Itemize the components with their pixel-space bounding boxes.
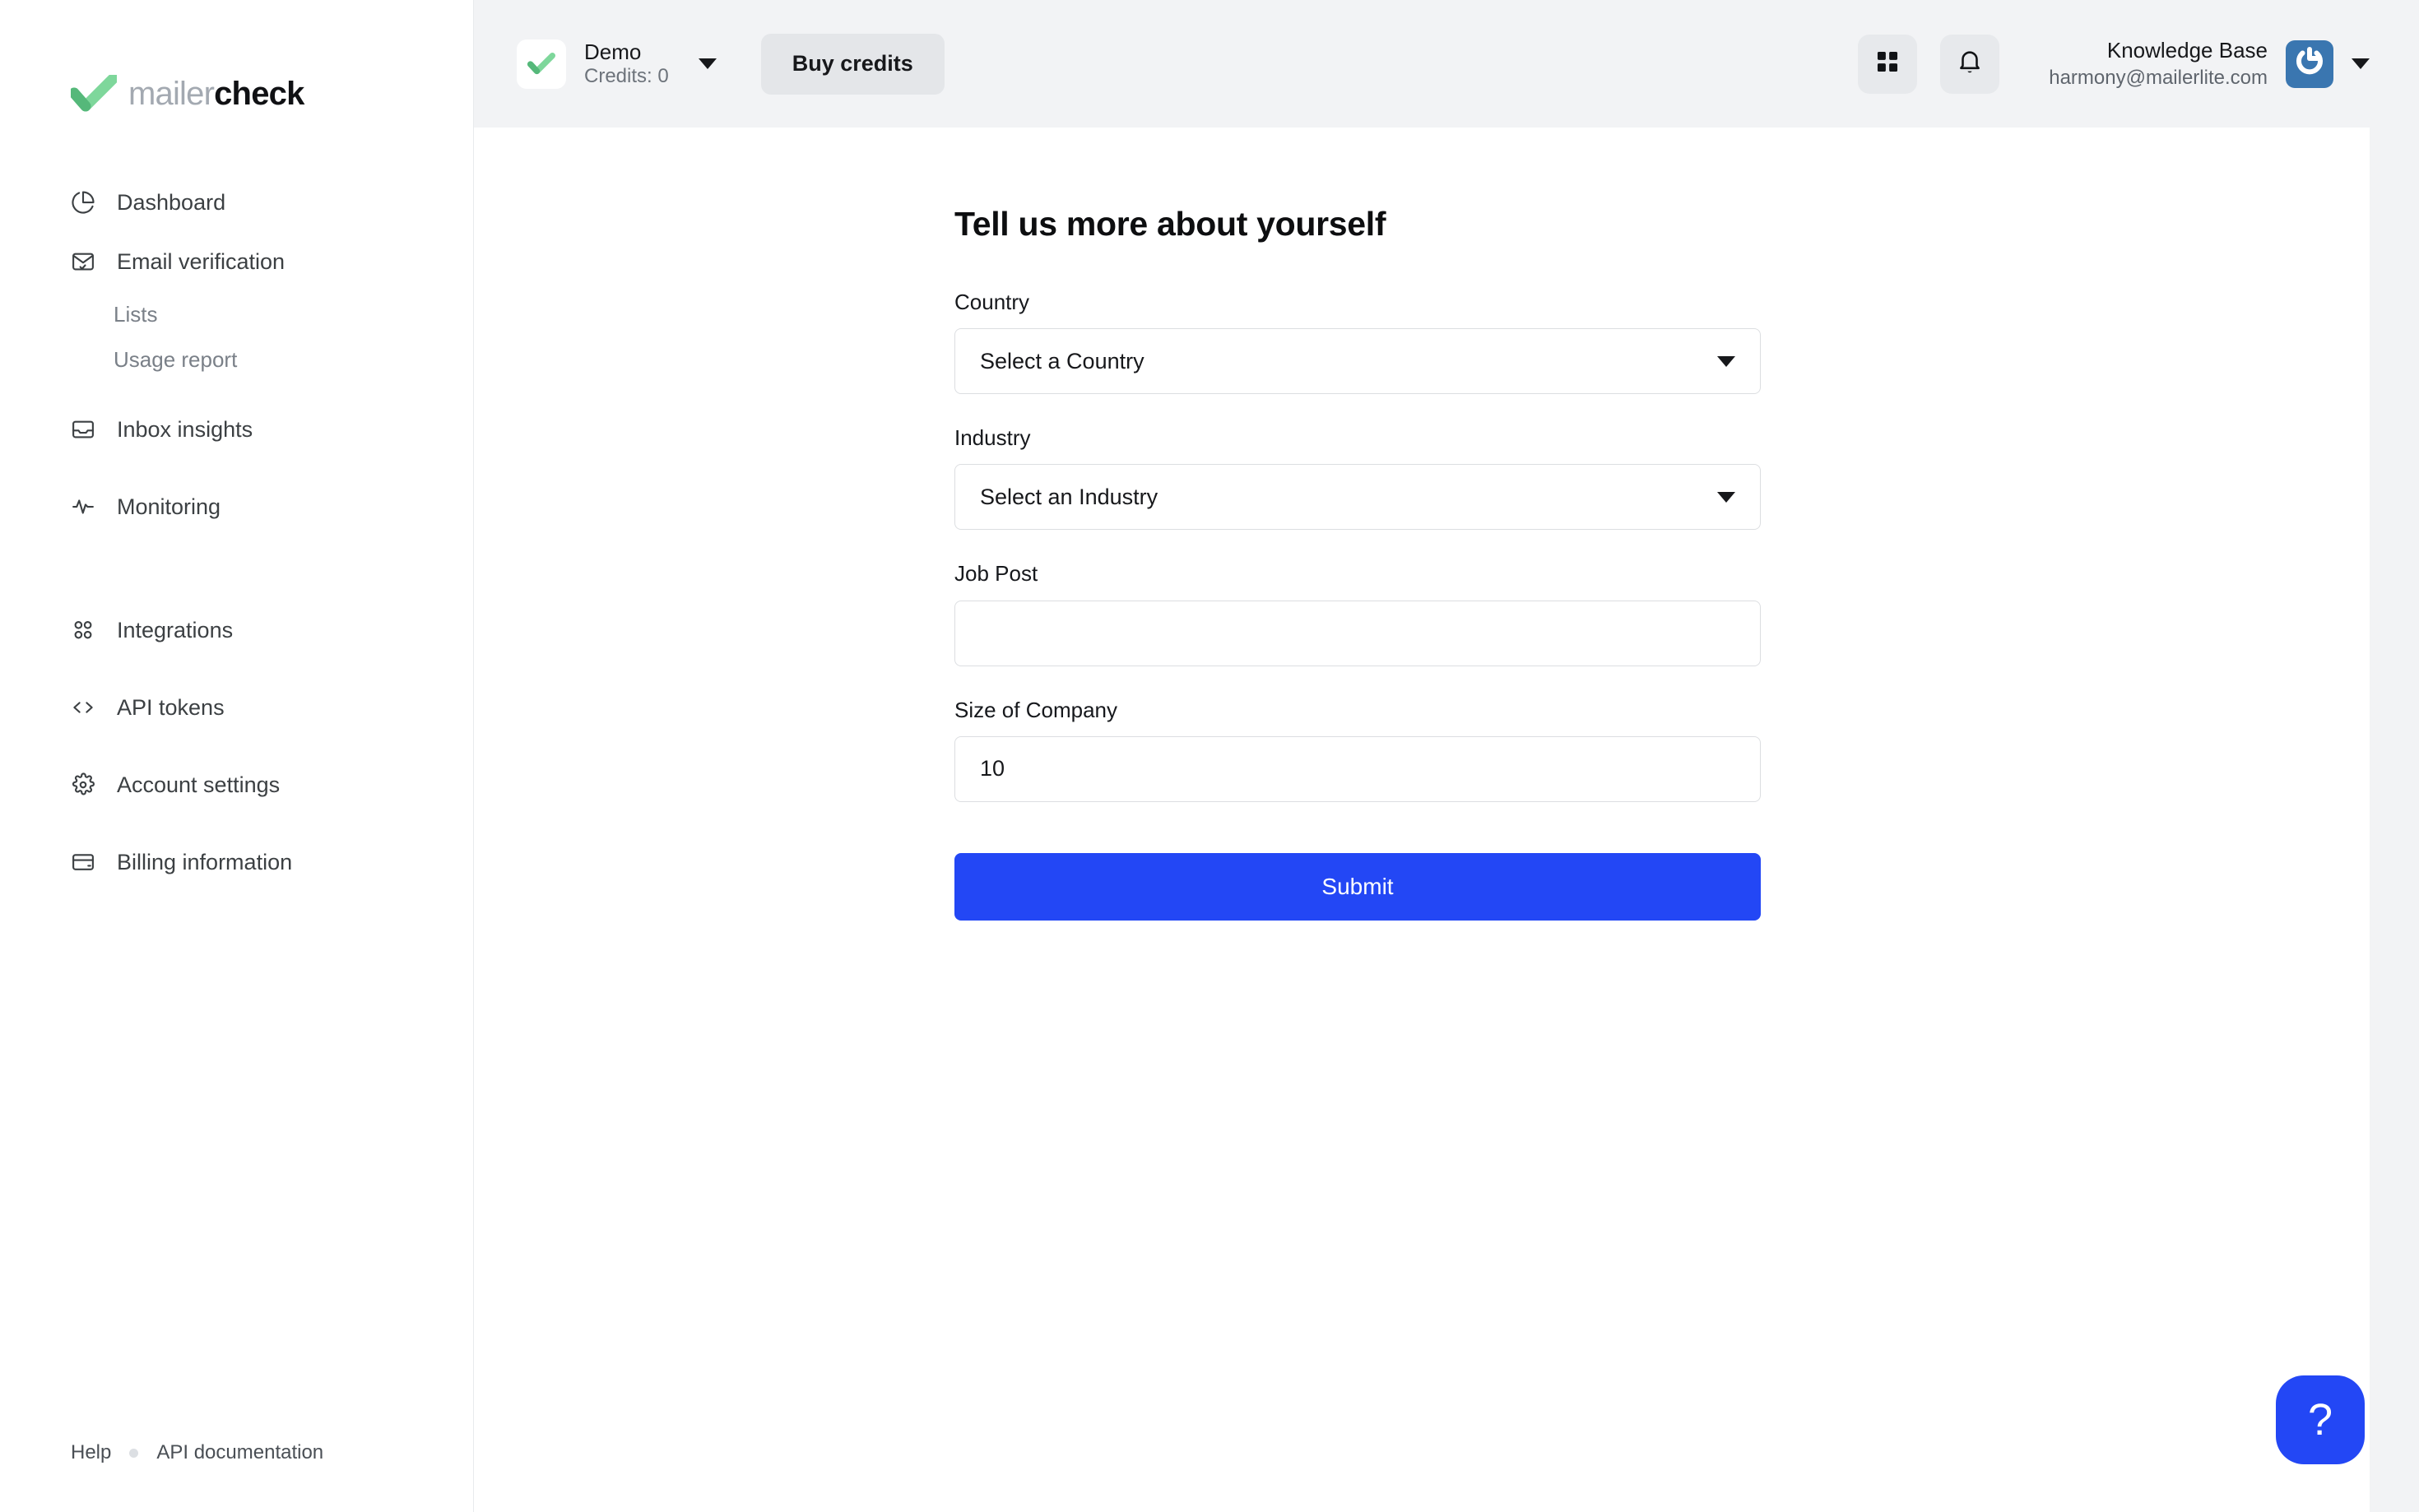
api-documentation-link[interactable]: API documentation (156, 1441, 323, 1464)
submit-button[interactable]: Submit (954, 852, 1761, 921)
logo-mailer-text: mailer (128, 75, 215, 112)
user-email: harmony@mailerlite.com (2049, 67, 2268, 89)
sidebar-item-monitoring[interactable]: Monitoring (0, 477, 473, 536)
field-country: Country Select a Country (954, 290, 1761, 395)
code-brackets-icon (71, 695, 95, 720)
sidebar: mailercheck Dashboard Email verification… (0, 0, 474, 1512)
account-avatar-check-icon (517, 39, 566, 89)
envelope-check-icon (71, 249, 95, 274)
page-title: Tell us more about yourself (954, 205, 1386, 243)
grid-apps-icon (1873, 48, 1901, 80)
notifications-button[interactable] (1940, 34, 2000, 94)
account-credits: Credits: 0 (584, 65, 669, 87)
sidebar-subitem-lists[interactable]: Lists (0, 291, 473, 336)
help-link[interactable]: Help (71, 1441, 111, 1464)
size-of-company-label: Size of Company (954, 697, 1117, 722)
grid-apps-icon (71, 618, 95, 642)
logo-wordmark: mailercheck (128, 76, 304, 113)
chevron-down-icon (698, 58, 717, 69)
industry-label: Industry (954, 425, 1031, 451)
content-card: Tell us more about yourself Country Sele… (474, 128, 2370, 1512)
avatar[interactable] (2286, 39, 2333, 88)
sidebar-item-integrations[interactable]: Integrations (0, 601, 473, 660)
separator-dot-icon (129, 1448, 139, 1458)
main-area: Demo Credits: 0 Buy credits Knowledge Ba… (474, 0, 2419, 1512)
chevron-down-icon (1717, 491, 1735, 503)
sidebar-item-label: Monitoring (117, 494, 221, 519)
account-switcher[interactable]: Demo Credits: 0 (517, 39, 717, 89)
sidebar-item-account-settings[interactable]: Account settings (0, 755, 473, 814)
country-label: Country (954, 290, 1030, 314)
sidebar-footer: Help API documentation (71, 1441, 323, 1464)
sidebar-item-inbox-insights[interactable]: Inbox insights (0, 400, 473, 459)
gravatar-power-icon (2291, 44, 2328, 84)
job-post-label: Job Post (954, 561, 1038, 587)
inbox-icon (71, 417, 95, 442)
field-job-post: Job Post (954, 561, 1761, 666)
app-root: mailercheck Dashboard Email verification… (0, 0, 2419, 1512)
sidebar-item-label: Inbox insights (117, 416, 253, 442)
country-select[interactable]: Select a Country (954, 328, 1761, 395)
sidebar-item-dashboard[interactable]: Dashboard (0, 173, 473, 232)
top-bar-right: Knowledge Base harmony@mailerlite.com (1835, 34, 2370, 94)
sidebar-item-api-tokens[interactable]: API tokens (0, 678, 473, 737)
sidebar-item-label: Dashboard (117, 189, 226, 215)
sidebar-item-email-verification[interactable]: Email verification (0, 232, 473, 291)
field-size-of-company: Size of Company 10 (954, 698, 1761, 802)
knowledge-base-user-block[interactable]: Knowledge Base harmony@mailerlite.com (2049, 39, 2268, 88)
app-logo[interactable]: mailercheck (0, 0, 473, 123)
sidebar-item-label: Billing information (117, 849, 293, 874)
sidebar-item-label: API tokens (117, 694, 225, 720)
pie-chart-icon (71, 190, 95, 215)
gear-icon (71, 772, 95, 797)
knowledge-base-label: Knowledge Base (2106, 38, 2268, 63)
sidebar-subitem-usage-report[interactable]: Usage report (0, 336, 473, 382)
sidebar-item-label: Integrations (117, 617, 234, 642)
account-texts: Demo Credits: 0 (584, 41, 669, 86)
apps-grid-button[interactable] (1858, 34, 1918, 94)
bell-icon (1956, 48, 1984, 80)
account-name: Demo (584, 39, 642, 64)
top-bar: Demo Credits: 0 Buy credits Knowledge Ba… (474, 0, 2419, 128)
help-button[interactable]: ? (2276, 1375, 2365, 1464)
logo-check-text: check (214, 75, 304, 112)
industry-select-value: Select an Industry (980, 484, 1158, 509)
sidebar-subitem-label: Lists (114, 301, 158, 327)
onboarding-form: Tell us more about yourself Country Sele… (954, 205, 1761, 921)
country-select-value: Select a Country (980, 348, 1144, 373)
sidebar-item-label: Email verification (117, 248, 286, 274)
activity-pulse-icon (71, 494, 95, 519)
sidebar-item-billing-information[interactable]: Billing information (0, 833, 473, 892)
field-industry: Industry Select an Industry (954, 425, 1761, 531)
sidebar-item-label: Account settings (117, 772, 281, 797)
credit-card-icon (71, 850, 95, 874)
buy-credits-button[interactable]: Buy credits (760, 33, 945, 95)
industry-select[interactable]: Select an Industry (954, 464, 1761, 531)
sidebar-nav: Dashboard Email verification Lists Usage… (0, 173, 473, 892)
size-of-company-input[interactable]: 10 (954, 735, 1761, 802)
job-post-input[interactable] (954, 600, 1761, 666)
user-menu-chevron-down-icon[interactable] (2352, 58, 2370, 69)
mailercheck-check-icon (68, 72, 119, 113)
sidebar-subitem-label: Usage report (114, 346, 238, 372)
chevron-down-icon (1717, 355, 1735, 367)
